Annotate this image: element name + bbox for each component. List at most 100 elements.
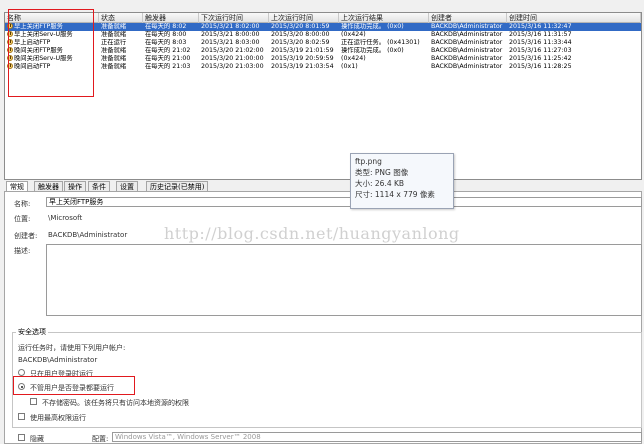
tab-triggers[interactable]: 触发器 (34, 181, 63, 191)
radio-logged-on-label: 只在用户登录时运行 (30, 370, 93, 378)
run-as-text: 运行任务时，请使用下列用户帐户: (18, 344, 126, 352)
task-cell-trigger: 在每天的 8:03 (145, 39, 187, 46)
task-cell-last-run: 2015/3/20 8:02:59 (271, 39, 330, 46)
task-cell-status: 准备就绪 (101, 63, 127, 70)
task-clock-icon (7, 63, 13, 69)
tab-settings[interactable]: 设置 (116, 181, 138, 191)
tooltip-type: 类型: PNG 图像 (355, 168, 409, 177)
task-cell-next-run: 2015/3/21 8:03:00 (201, 39, 260, 46)
task-cell-trigger: 在每天的 8:00 (145, 31, 187, 38)
task-cell-name: 晚间启动FTP (5, 63, 99, 71)
configure-label: 配置: (92, 435, 109, 443)
task-cell-last-run: 2015/3/20 8:00:00 (271, 31, 330, 38)
tooltip-size: 大小: 26.4 KB (355, 179, 405, 188)
task-cell-result: (0x1) (341, 63, 358, 70)
task-cell-created: 2015/3/16 11:27:03 (509, 47, 572, 54)
task-cell-status: 正在运行 (101, 39, 127, 46)
task-row[interactable]: 晚间关闭Serv-U服务 准备就绪 在每天的 21:00 2015/3/20 21:0… (5, 55, 641, 63)
location-value: \Microsoft (48, 214, 83, 222)
task-name: 晚间关闭FTP服务 (14, 47, 63, 54)
col-status[interactable]: 状态 (99, 13, 143, 23)
task-cell-author: BACKDB\Administrator (431, 39, 503, 46)
task-name: 晚间关闭Serv-U服务 (14, 55, 73, 62)
configure-select[interactable]: Windows Vista™, Windows Server™ 2008 (112, 432, 642, 442)
author-label: 创建者: (14, 232, 38, 240)
task-list[interactable]: 名称 状态 触发器 下次运行时间 上次运行时间 上次运行结果 创建者 创建时间 … (4, 12, 642, 180)
col-next-run[interactable]: 下次运行时间 (199, 13, 269, 23)
task-cell-result: (0x424) (341, 55, 366, 62)
task-name: 早上关闭Serv-U服务 (14, 31, 73, 38)
task-cell-status: 准备就绪 (101, 23, 127, 30)
task-cell-next-run: 2015/3/20 21:02:00 (201, 47, 264, 54)
col-author[interactable]: 创建者 (429, 13, 507, 23)
task-cell-trigger: 在每天的 21:02 (145, 47, 191, 54)
name-field[interactable]: 早上关闭FTP服务 (46, 197, 642, 207)
task-list-header: 名称 状态 触发器 下次运行时间 上次运行时间 上次运行结果 创建者 创建时间 (5, 13, 641, 23)
task-cell-status: 准备就绪 (101, 47, 127, 54)
task-cell-author: BACKDB\Administrator (431, 55, 503, 62)
watermark-text: http://blog.csdn.net/huangyanlong (164, 224, 460, 243)
task-cell-result: 正在运行任务。 (0x41301) (341, 39, 420, 46)
image-info-tooltip: ftp.png 类型: PNG 图像 大小: 26.4 KB 尺寸: 1114 … (350, 153, 454, 209)
checkbox-highest-privileges-label: 使用最高权限运行 (30, 414, 86, 422)
description-field[interactable] (46, 244, 642, 316)
col-trigger[interactable]: 触发器 (143, 13, 199, 23)
task-cell-created: 2015/3/16 11:31:57 (509, 31, 572, 38)
task-row[interactable]: 晚间启动FTP 准备就绪 在每天的 21:03 2015/3/20 21:03:00 2… (5, 63, 641, 71)
location-label: 位置: (14, 215, 31, 223)
task-cell-created: 2015/3/16 11:33:44 (509, 39, 572, 46)
task-name: 早上关闭FTP服务 (14, 23, 63, 30)
task-cell-name: 早上启动FTP (5, 39, 99, 47)
task-cell-name: 晚间关闭Serv-U服务 (5, 55, 99, 63)
task-cell-created: 2015/3/16 11:28:25 (509, 63, 572, 70)
task-clock-icon (7, 47, 13, 53)
task-clock-icon (7, 55, 13, 61)
task-cell-author: BACKDB\Administrator (431, 31, 503, 38)
task-cell-author: BACKDB\Administrator (431, 23, 503, 30)
task-row[interactable]: 晚间关闭FTP服务 准备就绪 在每天的 21:02 2015/3/20 21:02:0… (5, 47, 641, 55)
tooltip-filename: ftp.png (355, 157, 382, 166)
task-cell-created: 2015/3/16 11:32:47 (509, 23, 572, 30)
run-as-account: BACKDB\Administrator (18, 356, 98, 364)
task-cell-name: 早上关闭FTP服务 (5, 23, 99, 31)
task-cell-author: BACKDB\Administrator (431, 47, 503, 54)
task-cell-last-run: 2015/3/19 21:01:59 (271, 47, 334, 54)
checkbox-highest-privileges[interactable] (18, 413, 25, 420)
col-created[interactable]: 创建时间 (507, 13, 641, 23)
task-cell-created: 2015/3/16 11:25:42 (509, 55, 572, 62)
checkbox-hidden[interactable] (18, 434, 25, 441)
col-name[interactable]: 名称 (5, 13, 99, 23)
radio-logged-on[interactable] (18, 369, 25, 376)
task-clock-icon (7, 23, 13, 29)
task-cell-next-run: 2015/3/20 21:03:00 (201, 63, 264, 70)
radio-whether-logged-on-label: 不管用户是否登录都要运行 (30, 384, 114, 392)
description-label: 描述: (14, 247, 31, 255)
name-label: 名称: (14, 200, 31, 208)
task-cell-author: BACKDB\Administrator (431, 63, 503, 70)
task-cell-name: 早上关闭Serv-U服务 (5, 31, 99, 39)
task-row[interactable]: 早上关闭Serv-U服务 准备就绪 在每天的 8:00 2015/3/21 8:00:… (5, 31, 641, 39)
task-cell-name: 晚间关闭FTP服务 (5, 47, 99, 55)
task-cell-status: 准备就绪 (101, 55, 127, 62)
checkbox-hidden-label: 隐藏 (30, 435, 44, 443)
checkbox-no-password[interactable] (30, 398, 37, 405)
task-cell-last-run: 2015/3/19 21:03:54 (271, 63, 334, 70)
task-cell-result: 操作成功完成。 (0x0) (341, 23, 404, 30)
radio-whether-logged-on[interactable] (18, 383, 25, 390)
col-last-run[interactable]: 上次运行时间 (269, 13, 339, 23)
tab-actions[interactable]: 操作 (64, 181, 86, 191)
task-name: 早上启动FTP (14, 39, 51, 46)
tab-conditions[interactable]: 条件 (88, 181, 110, 191)
task-cell-next-run: 2015/3/21 8:00:00 (201, 31, 260, 38)
task-clock-icon (7, 31, 13, 37)
task-row[interactable]: 早上启动FTP 正在运行 在每天的 8:03 2015/3/21 8:03:00 201… (5, 39, 641, 47)
task-cell-last-run: 2015/3/20 8:01:59 (271, 23, 330, 30)
task-cell-next-run: 2015/3/21 8:02:00 (201, 23, 260, 30)
col-result[interactable]: 上次运行结果 (339, 13, 429, 23)
task-cell-trigger: 在每天的 21:03 (145, 63, 191, 70)
tab-history[interactable]: 历史记录(已禁用) (146, 181, 209, 191)
author-value: BACKDB\Administrator (48, 231, 128, 239)
task-row[interactable]: 早上关闭FTP服务 准备就绪 在每天的 8:02 2015/3/21 8:02:00 2… (5, 23, 641, 31)
task-cell-result: (0x424) (341, 31, 366, 38)
checkbox-no-password-label: 不存储密码。该任务将只有访问本地资源的权限 (42, 399, 189, 407)
